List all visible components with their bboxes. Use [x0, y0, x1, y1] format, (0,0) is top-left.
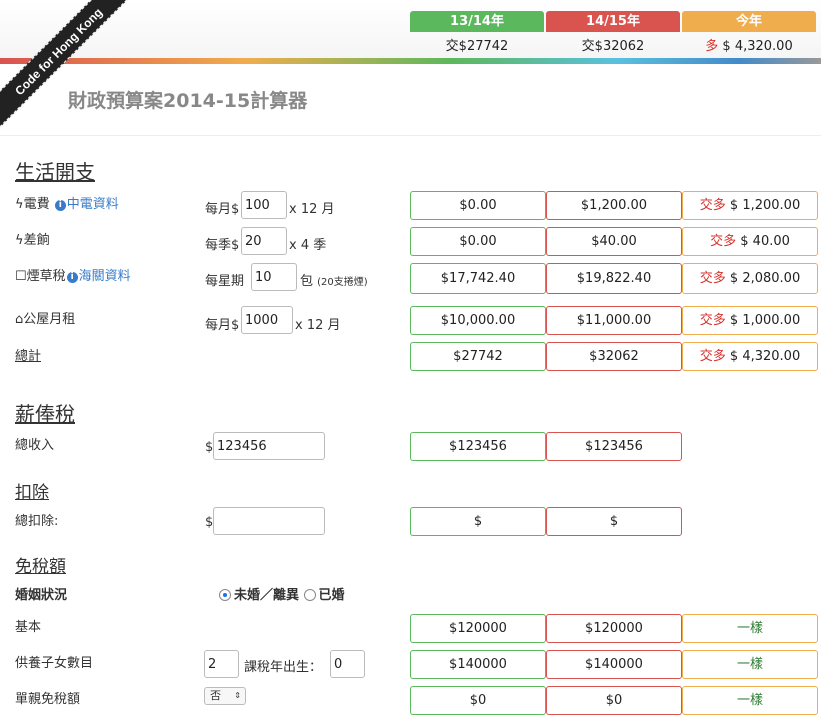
single-parent-1314: $0 [410, 686, 546, 715]
column-header-1415: 14/15年 [546, 11, 680, 32]
single-parent-select[interactable]: 否 ⇕ [204, 687, 246, 705]
rates-1314: $0.00 [410, 227, 546, 256]
born-input[interactable] [330, 650, 365, 678]
summary-1415: 交$32062 [581, 39, 645, 54]
customs-link[interactable]: 海關資料 [79, 269, 131, 284]
living-total-1314: $27742 [410, 342, 546, 371]
deduction-label: 總扣除: [15, 514, 59, 529]
basic-1314: $120000 [410, 614, 546, 643]
allowance-heading: 免稅額 [15, 557, 66, 577]
bolt-icon: ϟ [15, 197, 24, 212]
marital-label: 婚姻狀況 [15, 588, 68, 603]
rates-input[interactable] [241, 227, 287, 255]
radio-married[interactable] [303, 589, 316, 601]
summary-1314: 交$27742 [445, 39, 509, 54]
rates-diff: 交多 $ 40.00 [682, 227, 818, 256]
deduction-heading: 扣除 [15, 483, 49, 503]
born-label: 課稅年出生： [244, 660, 323, 675]
basic-1415: $120000 [546, 614, 682, 643]
rent-1314: $10,000.00 [410, 306, 546, 335]
living-heading: 生活開支 [15, 160, 95, 184]
living-total-diff: 交多 $ 4,320.00 [682, 342, 818, 371]
single-parent-1415: $0 [546, 686, 682, 715]
electricity-input[interactable] [241, 191, 287, 219]
income-1314: $123456 [410, 432, 546, 461]
rent-label: ⌂公屋月租 [15, 312, 76, 327]
tobacco-suffix: 包 (20支捲煙) [300, 274, 368, 289]
tobacco-input[interactable] [251, 263, 297, 291]
electricity-1314: $0.00 [410, 191, 546, 220]
marital-options: 未婚／離異 已婚 [219, 584, 345, 603]
tobacco-1314: $17,742.40 [410, 263, 546, 294]
radio-single[interactable] [219, 589, 231, 601]
rent-1415: $11,000.00 [546, 306, 682, 335]
tobacco-label: ☐煙草稅 i 海關資料 [15, 269, 131, 284]
rates-suffix: x 4 季 [289, 238, 327, 253]
deduction-1314: $ [410, 507, 546, 536]
salary-heading: 薪俸稅 [15, 402, 75, 426]
tobacco-1415: $19,822.40 [546, 263, 682, 294]
banner-label[interactable]: Code for Hong Kong [0, 0, 138, 131]
living-total-1415: $32062 [546, 342, 682, 371]
rent-input[interactable] [241, 306, 293, 334]
deduction-1415: $ [546, 507, 682, 536]
single-parent-label: 單親免稅額 [15, 692, 81, 707]
single-parent-diff: 一樣 [682, 686, 818, 715]
column-header-this-year: 今年 [682, 11, 816, 32]
tobacco-prefix: 每星期 [205, 274, 245, 289]
rates-label: ϟ差餉 [15, 233, 50, 248]
deduction-input[interactable] [213, 507, 325, 535]
living-total-label: 總計 [15, 349, 42, 364]
children-diff: 一樣 [682, 650, 818, 679]
basic-label: 基本 [15, 620, 42, 635]
summary-this-year: 多 $ 4,320.00 [705, 39, 793, 54]
children-input[interactable] [204, 650, 239, 678]
info-icon[interactable]: i [54, 200, 66, 211]
electricity-diff: 交多 $ 1,200.00 [682, 191, 818, 220]
clp-link[interactable]: 中電資料 [67, 197, 119, 212]
tobacco-diff: 交多 $ 2,080.00 [682, 263, 818, 294]
rates-prefix: 每季$ [205, 238, 240, 253]
children-1314: $140000 [410, 650, 546, 679]
children-label: 供養子女數目 [15, 656, 94, 671]
corner-banner[interactable]: Code for Hong Kong [0, 0, 140, 140]
rent-diff: 交多 $ 1,000.00 [682, 306, 818, 335]
checkbox-icon: ☐ [15, 269, 27, 284]
electricity-prefix: 每月$ [205, 202, 240, 217]
electricity-label: ϟ電費 i 中電資料 [15, 197, 119, 212]
rent-suffix: x 12 月 [295, 318, 341, 333]
children-1415: $140000 [546, 650, 682, 679]
electricity-suffix: x 12 月 [289, 202, 335, 217]
rates-1415: $40.00 [546, 227, 682, 256]
info-icon[interactable]: i [66, 272, 78, 283]
income-label: 總收入 [15, 438, 55, 453]
basic-diff: 一樣 [682, 614, 818, 643]
income-input[interactable] [213, 432, 325, 460]
electricity-1415: $1,200.00 [546, 191, 682, 220]
income-1415: $123456 [546, 432, 682, 461]
updown-icon: ⇕ [234, 691, 241, 700]
column-header-1314: 13/14年 [410, 11, 544, 32]
rent-prefix: 每月$ [205, 318, 240, 333]
bolt-icon: ϟ [15, 233, 24, 248]
